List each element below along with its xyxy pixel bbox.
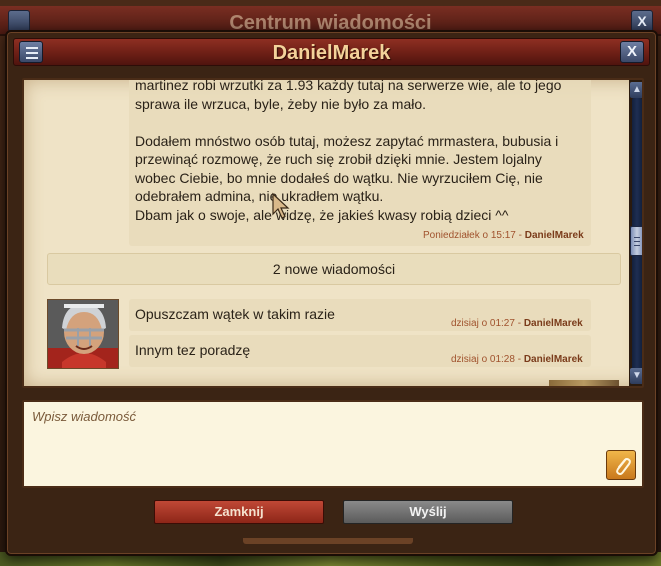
new-messages-banner: 2 nowe wiadomości bbox=[47, 253, 621, 285]
message-author[interactable]: DanielMarek bbox=[525, 230, 584, 241]
message-meta: dzisiaj o 01:27 - DanielMarek bbox=[451, 318, 583, 329]
message-text: Opuszczam wątek w takim razie bbox=[135, 306, 335, 322]
message-author[interactable]: DanielMarek bbox=[524, 354, 583, 365]
dialog-titlebar: DanielMarek X bbox=[13, 38, 650, 66]
avatar[interactable] bbox=[47, 299, 119, 369]
message-input-placeholder: Wpisz wiadomość bbox=[32, 409, 137, 424]
message-time: Poniedziałek o 15:17 - bbox=[423, 230, 522, 241]
send-button[interactable]: Wyślij bbox=[343, 500, 513, 524]
message-time: dzisiaj o 01:28 - bbox=[451, 354, 522, 365]
decorative-corner bbox=[549, 380, 619, 386]
arrow-up-icon[interactable]: ▲ bbox=[630, 82, 642, 98]
scrollbar[interactable]: ▲ ▼ bbox=[629, 80, 642, 386]
message-meta: dzisiaj o 01:28 - DanielMarek bbox=[451, 354, 583, 365]
message-meta: Poniedziałek o 15:17 - DanielMarek bbox=[423, 230, 584, 241]
arrow-down-icon[interactable]: ▼ bbox=[630, 368, 642, 384]
message-input[interactable]: Wpisz wiadomość bbox=[22, 400, 644, 488]
message-list[interactable]: martinez robi wrzutki za 1.93 każdy tuta… bbox=[22, 78, 644, 388]
message-author[interactable]: DanielMarek bbox=[524, 318, 583, 329]
dialog-title: DanielMarek bbox=[272, 42, 391, 64]
conversation-dialog: DanielMarek X martinez robi wrzutki za 1… bbox=[5, 30, 658, 556]
paperclip-icon[interactable] bbox=[606, 450, 636, 480]
message-text: martinez robi wrzutki za 1.93 każdy tuta… bbox=[135, 78, 562, 223]
dialog-bottom-tab bbox=[243, 538, 413, 544]
scroll-thumb[interactable] bbox=[630, 226, 642, 256]
message-text: Innym tez poradzę bbox=[135, 342, 251, 358]
background-close-icon[interactable]: X bbox=[631, 10, 653, 32]
close-button[interactable]: Zamknij bbox=[154, 500, 324, 524]
mouse-cursor-icon bbox=[272, 192, 290, 219]
close-icon[interactable]: X bbox=[620, 41, 644, 63]
message-time: dzisiaj o 01:27 - bbox=[451, 318, 522, 329]
